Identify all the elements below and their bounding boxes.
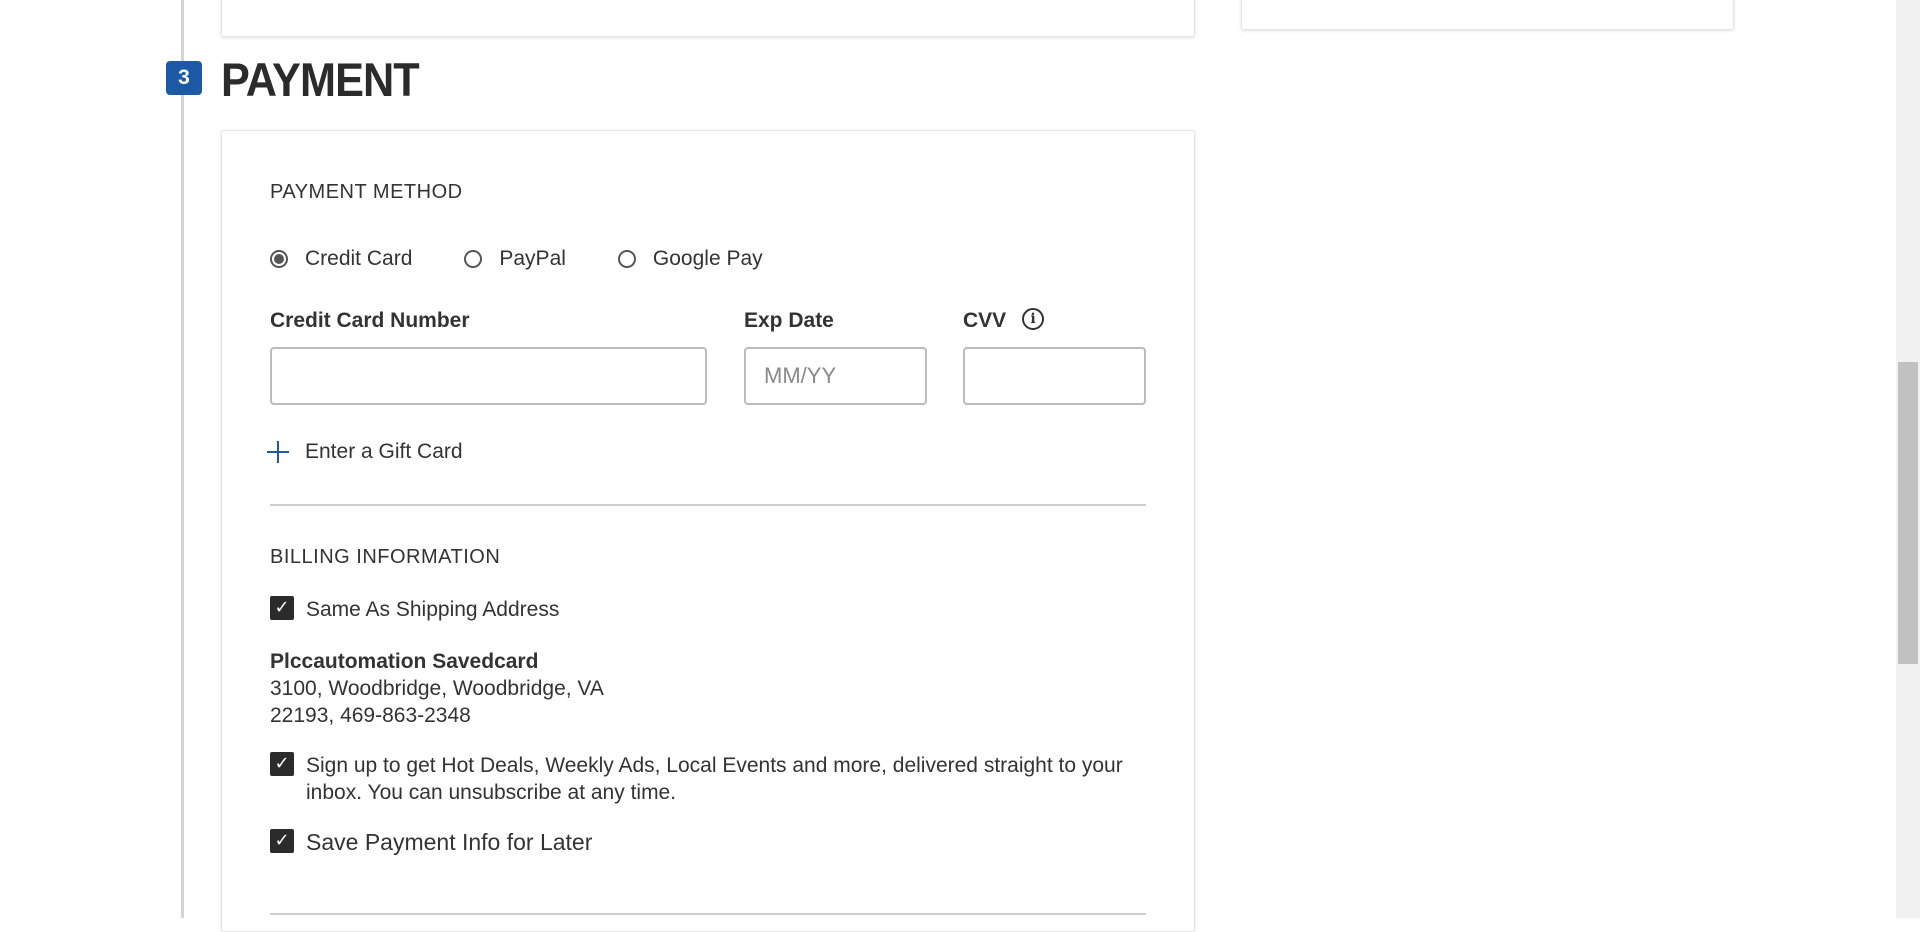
billing-name: Plccautomation Savedcard (270, 650, 539, 673)
order-summary-card (1241, 0, 1734, 30)
gift-card-label: Enter a Gift Card (305, 440, 463, 463)
same-as-shipping-label: Same As Shipping Address (306, 598, 560, 621)
radio-google-pay[interactable]: Google Pay (617, 247, 763, 271)
previous-step-card (221, 0, 1195, 37)
radio-paypal[interactable]: PayPal (464, 247, 566, 271)
payment-method-options: Credit Card PayPal Google Pay (270, 247, 815, 271)
billing-address-line2: 22193, 469-863-2348 (270, 704, 471, 727)
billing-address: Plccautomation Savedcard 3100, Woodbridg… (270, 648, 604, 729)
card-number-label: Credit Card Number (270, 309, 470, 332)
plus-icon (267, 441, 289, 463)
same-as-shipping-checkbox[interactable]: ✓ Same As Shipping Address (270, 596, 559, 623)
section-title: PAYMENT (221, 53, 420, 106)
radio-credit-card[interactable]: Credit Card (270, 247, 412, 271)
billing-address-line1: 3100, Woodbridge, Woodbridge, VA (270, 677, 604, 700)
checkmark-icon: ✓ (274, 830, 290, 851)
checkmark-icon: ✓ (274, 753, 290, 774)
save-payment-label: Save Payment Info for Later (306, 829, 593, 855)
save-payment-checkbox[interactable]: ✓ Save Payment Info for Later (270, 829, 592, 856)
radio-credit-card-label: Credit Card (305, 247, 413, 270)
exp-date-label: Exp Date (744, 309, 834, 332)
radio-google-pay-label: Google Pay (652, 247, 763, 270)
checkbox-checked-icon[interactable]: ✓ (270, 596, 294, 620)
billing-information-heading: BILLING INFORMATION (270, 546, 501, 568)
checkbox-checked-icon[interactable]: ✓ (270, 829, 294, 853)
checkmark-icon: ✓ (274, 597, 290, 618)
page-scrollbar-thumb[interactable] (1898, 362, 1918, 664)
cvv-label: CVV (963, 309, 1007, 332)
signup-deals-checkbox[interactable]: ✓ Sign up to get Hot Deals, Weekly Ads, … (270, 752, 1150, 806)
radio-paypal-label: PayPal (499, 247, 566, 270)
enter-gift-card-link[interactable]: Enter a Gift Card (267, 440, 463, 464)
checkbox-checked-icon[interactable]: ✓ (270, 752, 294, 776)
step-number-badge: 3 (166, 61, 202, 95)
cvv-input[interactable] (963, 347, 1146, 405)
section-divider-bottom (270, 913, 1146, 915)
radio-button-icon[interactable] (617, 250, 636, 268)
step-connector-line (181, 0, 184, 918)
info-icon[interactable]: i (1022, 308, 1044, 330)
radio-button-icon[interactable] (464, 250, 483, 268)
radio-button-icon[interactable] (270, 250, 288, 268)
signup-deals-label: Sign up to get Hot Deals, Weekly Ads, Lo… (306, 754, 1123, 804)
payment-method-heading: PAYMENT METHOD (270, 181, 463, 203)
card-number-input[interactable] (270, 347, 707, 405)
radio-selected-dot (274, 254, 284, 264)
exp-date-input[interactable] (744, 347, 927, 405)
section-divider (270, 504, 1146, 506)
